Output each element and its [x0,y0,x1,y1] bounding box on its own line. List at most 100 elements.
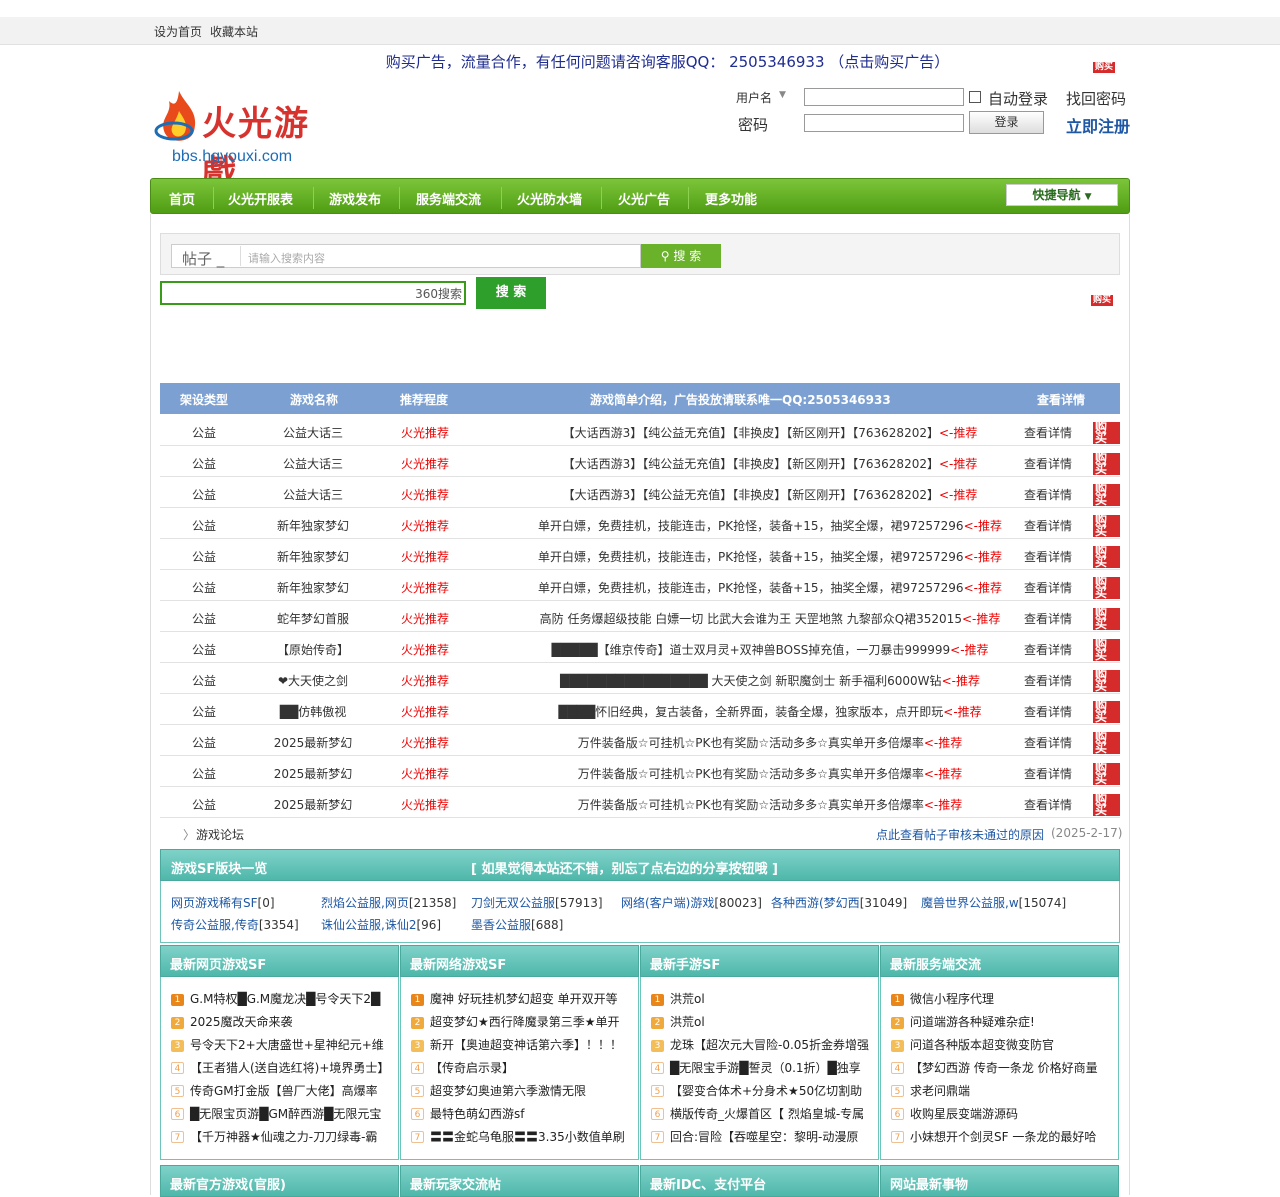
row-details-link[interactable]: 查看详情 [1018,641,1078,658]
list-item[interactable]: 3 龙珠【超次元大冒险-0.05折金券增强 [651,1036,871,1053]
row-details-link[interactable]: 查看详情 [1018,486,1078,503]
row-game-name[interactable]: ❤大天使之剑 [253,672,373,689]
list-item[interactable]: 3 问道各种版本超变微变防官 [891,1036,1111,1053]
nav-item-server-exchange[interactable]: 服务端交流 [416,189,481,208]
row-game-name[interactable]: ██仿韩傲视 [253,703,373,720]
nav-item-firewall[interactable]: 火光防水墙 [517,189,582,208]
auto-login-checkbox[interactable] [969,91,981,103]
row-intro[interactable]: 万件装备版☆可挂机☆PK也有奖励☆活动多多☆真实单开多倍爆率<-推荐 [460,734,1080,751]
buy-ad-badge[interactable]: 购买 [1093,514,1120,537]
list-item[interactable]: 2 问道端游各种疑难杂症! [891,1013,1111,1030]
list-item[interactable]: 1 G.M特权█G.M魔龙决█号令天下2█ [171,990,391,1007]
buy-ad-badge[interactable]: 购买 [1093,700,1120,723]
login-button[interactable]: 登录 [969,111,1044,134]
row-game-name[interactable]: 公益大话三 [253,486,373,503]
list-item[interactable]: 7 【千万神器★仙魂之力-刀刀绿毒-霸 [171,1128,391,1145]
row-intro[interactable]: 万件装备版☆可挂机☆PK也有奖励☆活动多多☆真实单开多倍爆率<-推荐 [460,796,1080,813]
row-details-link[interactable]: 查看详情 [1018,517,1078,534]
sf-forum-link[interactable]: 魔兽世界公益服,w[15074] [921,894,1066,911]
row-intro[interactable]: █████【维京传奇】道士双月灵+双神兽BOSS掉充值，一刀暴击999999<-… [460,641,1080,658]
nav-item-game-release[interactable]: 游戏发布 [329,189,381,208]
list-item[interactable]: 7 小妹想开个剑灵SF 一条龙的最好哈 [891,1128,1111,1145]
buy-ad-badge[interactable]: 购买 [1093,483,1120,506]
password-input[interactable] [804,114,964,132]
row-game-name[interactable]: 2025最新梦幻 [253,734,373,751]
nav-item-server-list[interactable]: 火光开服表 [228,189,293,208]
row-details-link[interactable]: 查看详情 [1018,703,1078,720]
list-item[interactable]: 1 魔神 好玩挂机梦幻超变 单开双开等 [411,990,631,1007]
list-item[interactable]: 1 微信小程序代理 [891,990,1111,1007]
sf-forum-link[interactable]: 传奇公益服,传奇[3354] [171,916,299,933]
nav-item-ads[interactable]: 火光广告 [618,189,670,208]
sf-forum-link[interactable]: 墨香公益服[688] [471,916,563,933]
list-item[interactable]: 4 【传奇启示录】 [411,1059,631,1076]
sf-forum-link[interactable]: 诛仙公益服,诛仙2[96] [321,916,441,933]
list-item[interactable]: 4 【梦幻西游 传奇一条龙 价格好商量 [891,1059,1111,1076]
search-type-select[interactable]: 帖子 _ [182,248,224,269]
row-intro[interactable]: 【大话西游3】【纯公益无充值】【非换皮】【新区刚开】【763628202】<-推… [460,455,1080,472]
buy-ad-badge[interactable]: 购买 [1093,669,1120,692]
row-intro[interactable]: ████████████████ 大天使之剑 新职魔剑士 新手福利6000W钻<… [460,672,1080,689]
site-logo[interactable]: 火光游戲 bbs.hgyouxi.com [154,86,339,193]
chevron-down-icon[interactable]: ▼ [779,90,786,100]
ad-banner-text[interactable]: 购买广告，流量合作，有任何问题请咨询客服QQ： 2505346933 （点击购买… [0,51,1280,72]
sf-forum-link[interactable]: 烈焰公益服,网页[21358] [321,894,456,911]
list-item[interactable]: 5 传奇GM打金版【兽厂大佬】高爆率 [171,1082,391,1099]
list-item[interactable]: 5 超变梦幻奥迪第六季激情无限 [411,1082,631,1099]
search-360-input[interactable]: 360搜索 [160,281,466,305]
list-item[interactable]: 5 【婴变合体术+分身术★50亿切割助 [651,1082,871,1099]
row-intro[interactable]: 【大话西游3】【纯公益无充值】【非换皮】【新区刚开】【763628202】<-推… [460,486,1080,503]
register-link[interactable]: 立即注册 [1066,113,1130,137]
list-item[interactable]: 5 求老问鼎端 [891,1082,1111,1099]
buy-ad-badge[interactable]: 购买 [1093,607,1120,630]
row-intro[interactable]: 单开白嫖，免费挂机，技能连击，PK抢怪，装备+15，抽奖全爆，裙97257296… [460,579,1080,596]
list-item[interactable]: 7 回合:冒险【吞噬星空：黎明-动漫原 [651,1128,871,1145]
row-game-name[interactable]: 新年独家梦幻 [253,517,373,534]
list-item[interactable]: 6 收购星辰变端游源码 [891,1105,1111,1122]
row-intro[interactable]: 高防 任务爆超级技能 白嫖一切 比武大会谁为王 天罡地煞 九黎部众Q裙35201… [460,610,1080,627]
buy-ad-badge[interactable]: 购买 [1093,762,1120,785]
list-item[interactable]: 2 超变梦幻★西行降魔录第三季★单开 [411,1013,631,1030]
find-password-link[interactable]: 找回密码 [1066,88,1126,109]
list-item[interactable]: 6 █无限宝页游█GM醉西游█无限元宝 [171,1105,391,1122]
list-item[interactable]: 6 最特色萌幻西游sf [411,1105,631,1122]
sf-forum-link[interactable]: 网络(客户端)游戏[80023] [621,894,762,911]
row-intro[interactable]: 单开白嫖，免费挂机，技能连击，PK抢怪，装备+15，抽奖全爆，裙97257296… [460,517,1080,534]
buy-ad-badge[interactable]: 购买 [1093,731,1120,754]
buy-ad-badge[interactable]: 购买 [1093,545,1120,568]
quick-nav-button[interactable]: 快捷导航 ▼ [1006,184,1118,206]
row-details-link[interactable]: 查看详情 [1018,610,1078,627]
buy-ad-badge[interactable]: 购买 [1093,452,1120,475]
row-intro[interactable]: 单开白嫖，免费挂机，技能连击，PK抢怪，装备+15，抽奖全爆，裙97257296… [460,548,1080,565]
search-button[interactable]: ⚲ 搜 索 [641,244,721,268]
row-details-link[interactable]: 查看详情 [1018,765,1078,782]
row-game-name[interactable]: 2025最新梦幻 [253,765,373,782]
username-label[interactable]: 用户名 [736,89,772,106]
row-game-name[interactable]: 公益大话三 [253,455,373,472]
row-details-link[interactable]: 查看详情 [1018,424,1078,441]
audit-notice-link[interactable]: 点此查看帖子审核未通过的原因 [876,826,1044,843]
row-details-link[interactable]: 查看详情 [1018,672,1078,689]
row-details-link[interactable]: 查看详情 [1018,455,1078,472]
list-item[interactable]: 2 洪荒ol [651,1013,871,1030]
row-intro[interactable]: ████怀旧经典，复古装备，全新界面，装备全爆，独家版本，点开即玩<-推荐 [460,703,1080,720]
row-details-link[interactable]: 查看详情 [1018,796,1078,813]
buy-ad-badge[interactable]: 购买 [1093,576,1120,599]
buy-ad-badge[interactable]: 购买 [1093,793,1120,816]
list-item[interactable]: 7 〓〓金蛇乌龟服〓〓3.35小数值单刷 [411,1128,631,1145]
buy-ad-badge[interactable]: 购买 [1093,638,1120,661]
list-item[interactable]: 4 █无限宝手游█誓灵（0.1折）█独享 [651,1059,871,1076]
sf-forum-link[interactable]: 刀剑无双公益服[57913] [471,894,603,911]
buy-ad-badge[interactable]: 购买 [1093,421,1120,444]
row-details-link[interactable]: 查看详情 [1018,579,1078,596]
set-homepage-link[interactable]: 设为首页 [154,23,202,40]
bookmark-link[interactable]: 收藏本站 [210,23,258,40]
sf-forum-link[interactable]: 网页游戏稀有SF[0] [171,894,275,911]
list-item[interactable]: 3 新开【奥迪超变神话第六季】！！！ [411,1036,631,1053]
username-input[interactable] [804,88,964,106]
row-game-name[interactable]: 公益大话三 [253,424,373,441]
row-intro[interactable]: 万件装备版☆可挂机☆PK也有奖励☆活动多多☆真实单开多倍爆率<-推荐 [460,765,1080,782]
row-game-name[interactable]: 新年独家梦幻 [253,548,373,565]
row-game-name[interactable]: 【原始传奇】 [253,641,373,658]
buy-ad-badge[interactable]: 购买 [1093,62,1116,73]
